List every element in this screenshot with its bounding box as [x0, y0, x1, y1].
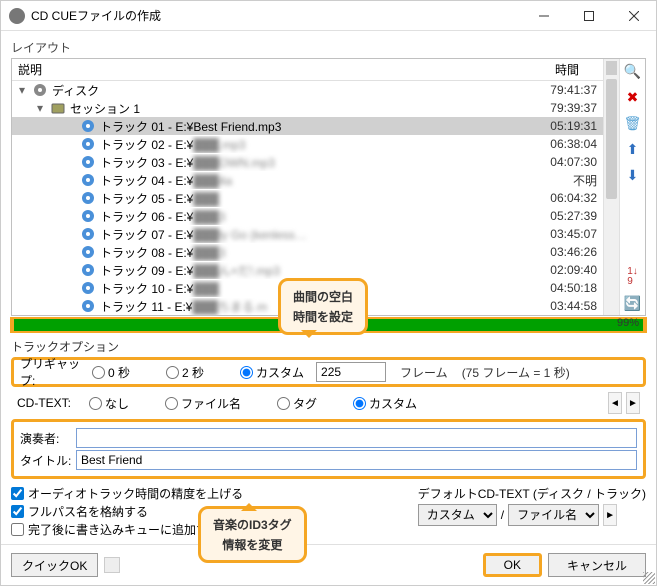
cdtext-tag[interactable]: タグ	[277, 395, 317, 412]
app-icon	[9, 8, 25, 24]
layout-label: レイアウト	[11, 39, 646, 56]
artist-input[interactable]	[76, 428, 637, 448]
pregap-frames-input[interactable]	[316, 362, 386, 382]
track-options-label: トラックオプション	[11, 338, 646, 355]
tree-header: 説明 時間	[12, 59, 603, 81]
ok-button[interactable]: OK	[483, 553, 542, 577]
cdtext-label: CD-TEXT:	[17, 396, 85, 410]
delete-icon[interactable]: ✖	[625, 89, 641, 105]
col-time[interactable]: 時間	[527, 61, 597, 78]
pregap-label: プリギャップ:	[20, 355, 88, 389]
maximize-button[interactable]	[566, 1, 611, 31]
quick-ok-button[interactable]: クイックOK	[11, 553, 98, 577]
sort-icon[interactable]: 1↓9	[625, 269, 641, 285]
title-input[interactable]	[76, 450, 637, 470]
cdtext-custom[interactable]: カスタム	[353, 395, 417, 412]
resize-grip[interactable]	[643, 572, 655, 584]
pregap-custom[interactable]: カスタム	[240, 364, 304, 381]
cdtext-prev[interactable]: ◄	[608, 392, 622, 414]
tree-track-4[interactable]: トラック 04 - E:¥███4a不明	[12, 171, 603, 189]
up-icon[interactable]: ⬆	[625, 141, 641, 157]
default-next[interactable]: ►	[603, 504, 617, 526]
tree-track-2[interactable]: トラック 02 - E:¥███.mp306:38:04	[12, 135, 603, 153]
default-cdtext-track[interactable]: ファイル名	[508, 504, 599, 526]
minimize-button[interactable]	[521, 1, 566, 31]
cdtext-next[interactable]: ►	[626, 392, 640, 414]
vertical-scrollbar[interactable]	[603, 59, 619, 315]
titlebar: CD CUEファイルの作成	[1, 1, 656, 31]
tree-session[interactable]: ▾セッション 179:39:37	[12, 99, 603, 117]
cdtext-row: CD-TEXT: なし ファイル名 タグ カスタム ◄ ►	[11, 391, 646, 415]
footer-icon-1[interactable]	[104, 557, 120, 573]
check-precision[interactable]: オーディオトラック時間の精度を上げる	[11, 485, 243, 502]
trash-icon[interactable]: 🗑	[625, 115, 641, 131]
tree-track-7[interactable]: トラック 07 - E:¥███ly Go (kenless…03:45:07	[12, 225, 603, 243]
progress-pct: 99%	[617, 317, 639, 329]
cancel-button[interactable]: キャンセル	[548, 553, 646, 577]
pregap-0s[interactable]: 0 秒	[92, 364, 130, 381]
callout-id3: 音楽のID3タグ情報を変更	[198, 506, 307, 563]
artist-label: 演奏者:	[20, 430, 76, 447]
default-cdtext-disc[interactable]: カスタム	[418, 504, 497, 526]
pregap-row: プリギャップ: 0 秒 2 秒 カスタム フレーム (75 フレーム = 1 秒…	[11, 357, 646, 387]
footer: クイックOK OK キャンセル	[1, 544, 656, 585]
tree-track-3[interactable]: トラック 03 - E:¥███OWN.mp304:07:30	[12, 153, 603, 171]
frame-hint: (75 フレーム = 1 秒)	[462, 364, 570, 381]
down-icon[interactable]: ⬇	[625, 167, 641, 183]
tree-track-1[interactable]: トラック 01 - E:¥Best Friend.mp305:19:31	[12, 117, 603, 135]
refresh-icon[interactable]: 🔄	[625, 295, 641, 311]
side-toolbar: 🔍 ✖ 🗑 ⬆ ⬇ 1↓9 🔄	[619, 59, 645, 315]
tree-track-5[interactable]: トラック 05 - E:¥███06:04:32	[12, 189, 603, 207]
window-title: CD CUEファイルの作成	[31, 7, 521, 24]
col-description[interactable]: 説明	[18, 61, 527, 78]
tree-disc[interactable]: ▾ディスク79:41:37	[12, 81, 603, 99]
cdtext-none[interactable]: なし	[89, 395, 129, 412]
close-button[interactable]	[611, 1, 656, 31]
pregap-2s[interactable]: 2 秒	[166, 364, 204, 381]
tree-track-8[interactable]: トラック 08 - E:¥███303:46:26	[12, 243, 603, 261]
default-cdtext-label: デフォルトCD-TEXT (ディスク / トラック)	[418, 485, 646, 502]
cdtext-filename[interactable]: ファイル名	[165, 395, 241, 412]
search-icon[interactable]: 🔍	[625, 63, 641, 79]
tree-track-6[interactable]: トラック 06 - E:¥███305:27:39	[12, 207, 603, 225]
frame-label: フレーム	[400, 364, 448, 381]
callout-pregap: 曲間の空白時間を設定	[278, 278, 368, 335]
tree-track-9[interactable]: トラック 09 - E:¥███ん×だ!.mp302:09:40	[12, 261, 603, 279]
cdtext-fields: 演奏者: タイトル:	[11, 419, 646, 479]
default-cdtext: デフォルトCD-TEXT (ディスク / トラック) カスタム / ファイル名 …	[418, 485, 646, 538]
title-label: タイトル:	[20, 452, 76, 469]
